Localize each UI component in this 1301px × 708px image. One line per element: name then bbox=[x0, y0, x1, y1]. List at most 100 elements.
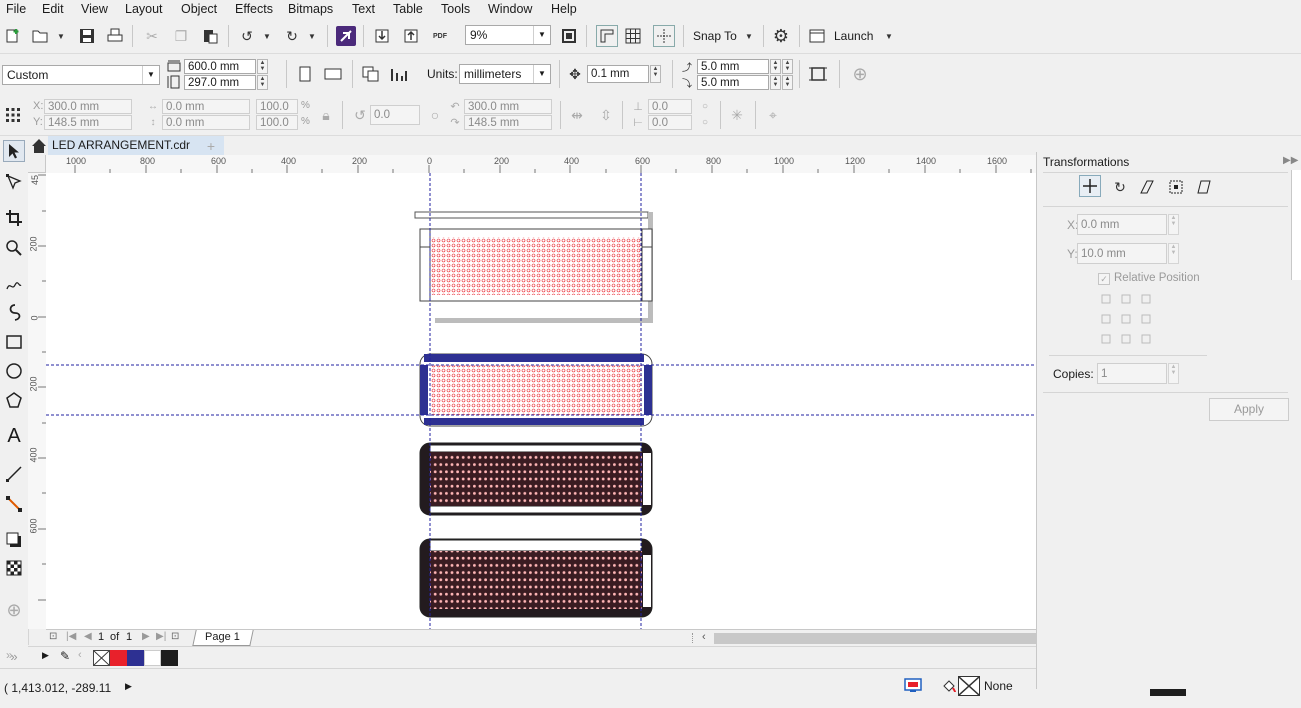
mirror-horizontal-icon[interactable]: ⇹ bbox=[568, 106, 586, 124]
y-position-field[interactable]: 148.5 mm bbox=[44, 115, 132, 130]
menu-text[interactable]: Text bbox=[352, 2, 375, 16]
menu-help[interactable]: Help bbox=[551, 2, 577, 16]
apply-button[interactable]: Apply bbox=[1209, 398, 1289, 421]
skew-vertical-field[interactable]: 0.0 bbox=[648, 115, 692, 130]
rotation-center-x-field[interactable]: 300.0 mm bbox=[464, 99, 552, 114]
artistic-media-tool-icon[interactable] bbox=[3, 301, 25, 323]
document-tab[interactable]: LED ARRANGEMENT.cdr bbox=[48, 136, 224, 155]
chevron-down-icon[interactable]: ▼ bbox=[740, 27, 758, 45]
prev-first-icon[interactable]: |◀ bbox=[66, 631, 76, 642]
snap-to-button[interactable]: Snap To bbox=[693, 29, 737, 43]
page-preset-select[interactable]: Custom ▼ bbox=[2, 65, 160, 85]
zoom-tool-icon[interactable] bbox=[3, 237, 25, 259]
pdf-icon[interactable]: PDF bbox=[431, 27, 449, 45]
connector-tool-icon[interactable] bbox=[3, 493, 25, 515]
landscape-icon[interactable] bbox=[324, 65, 342, 83]
first-page-icon[interactable]: ⊡ bbox=[49, 631, 57, 642]
current-page-icon[interactable] bbox=[390, 65, 408, 83]
redo-icon[interactable]: ↻ bbox=[283, 27, 301, 45]
duplicate-distance-y-field[interactable]: 5.0 mm bbox=[697, 75, 769, 90]
palette-scroll-left-icon[interactable]: ‹ bbox=[78, 649, 82, 661]
rotation-angle-field[interactable]: 0.0 bbox=[370, 105, 420, 125]
chevron-down-icon[interactable]: ▼ bbox=[52, 27, 70, 45]
dup-y-spinner-2[interactable]: ▲ ▼ bbox=[782, 75, 793, 90]
menu-bitmaps[interactable]: Bitmaps bbox=[288, 2, 333, 16]
add-icon[interactable]: ⊕ bbox=[850, 64, 870, 84]
position-transform-icon[interactable] bbox=[1079, 175, 1101, 197]
scale-x-field[interactable]: 100.0 bbox=[256, 99, 298, 114]
lock-ratio-icon[interactable]: 🔒︎ bbox=[317, 106, 335, 124]
menu-window[interactable]: Window bbox=[488, 2, 532, 16]
undo-icon[interactable]: ↺ bbox=[238, 27, 256, 45]
next-page-icon[interactable]: ▶ bbox=[142, 631, 150, 642]
height-spinner[interactable]: ▲ ▼ bbox=[257, 75, 268, 90]
chevron-down-icon[interactable]: ▼ bbox=[880, 27, 898, 45]
eyedropper-icon[interactable]: ✎ bbox=[60, 649, 70, 663]
duplicate-distance-x-field[interactable]: 5.0 mm bbox=[697, 59, 769, 74]
transparency-tool-icon[interactable] bbox=[3, 557, 25, 579]
grid-icon[interactable] bbox=[624, 27, 642, 45]
object-origin-icon[interactable] bbox=[4, 106, 22, 124]
expand-palette-icon[interactable]: » bbox=[6, 648, 13, 662]
nudge-distance-field[interactable]: 0.1 mm bbox=[587, 65, 649, 83]
pick-tool-icon[interactable] bbox=[3, 140, 25, 162]
export-icon[interactable] bbox=[402, 27, 420, 45]
cut-icon[interactable]: ✂ bbox=[143, 27, 161, 45]
menu-object[interactable]: Object bbox=[181, 2, 217, 16]
page-border-icon[interactable] bbox=[808, 64, 828, 84]
vertical-ruler[interactable]: 45 200 0 200 400 600 bbox=[28, 173, 47, 629]
freehand-tool-icon[interactable] bbox=[3, 273, 25, 295]
docker-collapse-icon[interactable]: ▶▶ bbox=[1283, 155, 1298, 166]
last-page-icon[interactable]: ▶| bbox=[156, 631, 166, 642]
ruler-origin[interactable] bbox=[28, 155, 46, 173]
copy-icon[interactable]: ❐ bbox=[172, 27, 190, 45]
page-height-field[interactable]: 297.0 mm bbox=[184, 75, 256, 90]
position-icon[interactable]: ⌖ bbox=[764, 106, 782, 124]
units-select[interactable]: millimeters ▼ bbox=[459, 64, 551, 84]
import-icon[interactable] bbox=[373, 27, 391, 45]
all-pages-icon[interactable] bbox=[362, 65, 380, 83]
menu-edit[interactable]: Edit bbox=[42, 2, 64, 16]
swatch-white[interactable] bbox=[144, 650, 161, 666]
anchor-grid[interactable] bbox=[1101, 294, 1153, 346]
no-fill-swatch[interactable] bbox=[958, 676, 980, 696]
dup-x-spinner[interactable]: ▲ ▼ bbox=[770, 59, 781, 74]
menu-effects[interactable]: Effects bbox=[235, 2, 273, 16]
relative-position-checkbox[interactable]: ✓ bbox=[1098, 273, 1110, 285]
zoom-to-page-icon[interactable] bbox=[560, 27, 578, 45]
x-position-field[interactable]: 300.0 mm bbox=[44, 99, 132, 114]
print-icon[interactable] bbox=[106, 27, 124, 45]
mirror-vertical-icon[interactable]: ⇳ bbox=[597, 106, 615, 124]
ellipse-tool-icon[interactable] bbox=[3, 360, 25, 382]
palette-menu-icon[interactable]: ▶ bbox=[42, 650, 49, 661]
menu-file[interactable]: File bbox=[6, 2, 26, 16]
launch-button[interactable]: Launch bbox=[834, 29, 873, 43]
skew-transform-icon[interactable] bbox=[1195, 178, 1213, 196]
crop-tool-icon[interactable] bbox=[3, 207, 25, 229]
skew-horizontal-field[interactable]: 0.0 bbox=[648, 99, 692, 114]
object-height-field[interactable]: 0.0 mm bbox=[162, 115, 250, 130]
scale-y-field[interactable]: 100.0 bbox=[256, 115, 298, 130]
copies-spinner[interactable]: ▲ ▼ bbox=[1168, 363, 1179, 384]
no-color-swatch[interactable] bbox=[93, 650, 110, 666]
color-proof-icon[interactable] bbox=[904, 677, 922, 695]
zoom-level-select[interactable]: 9% ▼ bbox=[465, 25, 551, 45]
menu-layout[interactable]: Layout bbox=[125, 2, 163, 16]
rotation-center-y-field[interactable]: 148.5 mm bbox=[464, 115, 552, 130]
add-tab-icon[interactable]: + bbox=[202, 137, 220, 155]
menu-tools[interactable]: Tools bbox=[441, 2, 470, 16]
swatch-black[interactable] bbox=[161, 650, 178, 666]
horizontal-scrollbar-thumb[interactable] bbox=[714, 633, 1036, 644]
page-width-field[interactable]: 600.0 mm bbox=[184, 59, 256, 74]
prev-page-icon[interactable]: ◀ bbox=[84, 631, 92, 642]
size-transform-icon[interactable] bbox=[1167, 178, 1185, 196]
width-spinner[interactable]: ▲ ▼ bbox=[257, 59, 268, 74]
paste-icon[interactable] bbox=[201, 27, 219, 45]
dup-y-spinner[interactable]: ▲ ▼ bbox=[770, 75, 781, 90]
led-panel-1[interactable] bbox=[414, 211, 653, 323]
led-panel-4[interactable] bbox=[419, 538, 653, 618]
docker-x-field[interactable]: 0.0 mm bbox=[1077, 214, 1167, 235]
swatch-red[interactable] bbox=[110, 650, 127, 666]
dup-x-spinner-2[interactable]: ▲ ▼ bbox=[782, 59, 793, 74]
splitter-handle[interactable] bbox=[692, 633, 699, 643]
